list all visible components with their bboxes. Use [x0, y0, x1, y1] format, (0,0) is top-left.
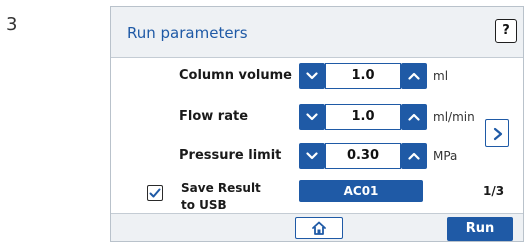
- next-page-button[interactable]: [485, 119, 509, 147]
- result-name-button[interactable]: AC01: [299, 180, 423, 202]
- pressure-limit-decrement-button[interactable]: [299, 143, 325, 169]
- flow-rate-label: Flow rate: [179, 109, 249, 124]
- chevron-up-icon: [408, 113, 420, 121]
- home-icon: [312, 221, 326, 235]
- pressure-limit-label: Pressure limit: [179, 148, 282, 163]
- run-parameters-panel: Run parameters ? Column volume 1.0 ml Fl…: [110, 6, 524, 242]
- flow-rate-unit: ml/min: [433, 110, 475, 124]
- panel-title: Run parameters: [127, 24, 248, 42]
- save-result-label: Save Result to USB: [181, 180, 291, 214]
- column-volume-increment-button[interactable]: [401, 63, 427, 89]
- save-result-label-line2: to USB: [181, 198, 227, 212]
- column-volume-value[interactable]: 1.0: [325, 63, 401, 89]
- chevron-up-icon: [408, 72, 420, 80]
- column-volume-unit: ml: [433, 69, 449, 83]
- panel-header: Run parameters ?: [111, 7, 523, 58]
- pressure-limit-value[interactable]: 0.30: [325, 143, 401, 169]
- column-volume-label: Column volume: [179, 68, 292, 83]
- page-indicator: 1/3: [483, 184, 505, 198]
- flow-rate-increment-button[interactable]: [401, 104, 427, 130]
- chevron-down-icon: [306, 152, 318, 160]
- save-result-checkbox[interactable]: [147, 185, 163, 201]
- checkmark-icon: [149, 188, 161, 198]
- chevron-down-icon: [306, 72, 318, 80]
- flow-rate-value[interactable]: 1.0: [325, 104, 401, 130]
- chevron-down-icon: [306, 113, 318, 121]
- home-button[interactable]: [295, 217, 343, 239]
- column-volume-decrement-button[interactable]: [299, 63, 325, 89]
- chevron-up-icon: [408, 152, 420, 160]
- save-result-label-line1: Save Result: [181, 181, 261, 195]
- panel-footer: Run: [111, 213, 523, 241]
- chevron-right-icon: [493, 127, 503, 141]
- pressure-limit-increment-button[interactable]: [401, 143, 427, 169]
- flow-rate-decrement-button[interactable]: [299, 104, 325, 130]
- pressure-limit-unit: MPa: [433, 149, 458, 163]
- step-number: 3: [6, 14, 18, 35]
- run-button[interactable]: Run: [447, 217, 513, 241]
- help-button[interactable]: ?: [495, 19, 517, 43]
